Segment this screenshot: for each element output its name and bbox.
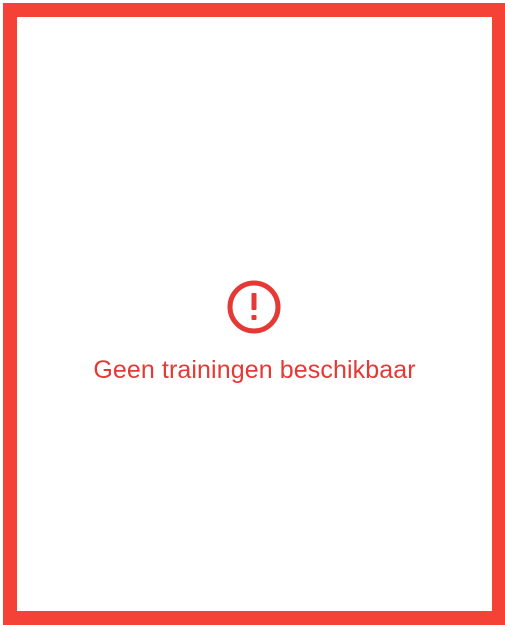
empty-state-message: Geen trainingen beschikbaar (93, 356, 416, 384)
error-panel-frame: Geen trainingen beschikbaar (3, 3, 505, 625)
alert-circle-icon (226, 279, 282, 335)
empty-state: Geen trainingen beschikbaar (17, 17, 492, 611)
